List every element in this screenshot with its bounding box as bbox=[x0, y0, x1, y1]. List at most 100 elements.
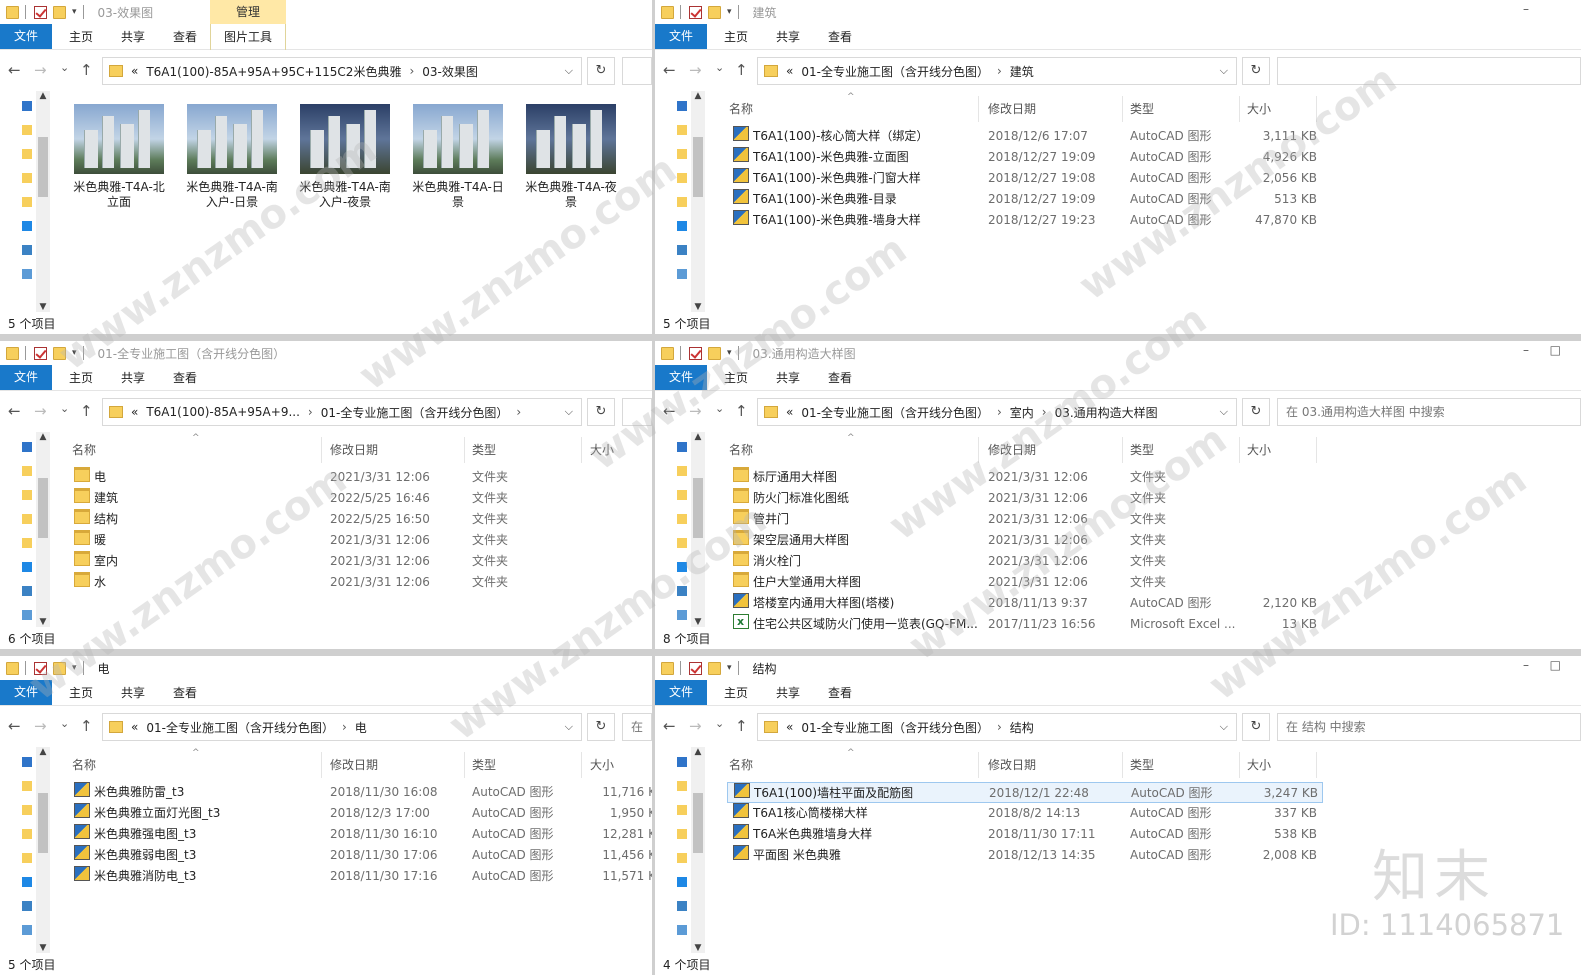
breadcrumb-item[interactable]: 03.通用构造大样图 bbox=[1055, 404, 1158, 421]
nav-pane-icon[interactable] bbox=[677, 490, 687, 500]
file-name[interactable]: 建筑 bbox=[94, 488, 324, 509]
search-input[interactable] bbox=[622, 398, 652, 426]
search-input[interactable] bbox=[1277, 57, 1581, 85]
file-name[interactable]: T6A1(100)-米色典雅-墙身大样 bbox=[753, 210, 983, 231]
quick-access-dropdown-icon[interactable]: ▾ bbox=[72, 348, 77, 358]
file-row[interactable]: T6A1核心筒楼梯大样 2018/8/2 14:13 AutoCAD 图形 337 K… bbox=[727, 803, 1323, 824]
thumbnail-caption[interactable]: 米色典雅-T4A-北立面 bbox=[70, 180, 168, 210]
breadcrumb-overflow-icon[interactable]: « bbox=[131, 64, 138, 78]
file-row[interactable]: 水 2021/3/31 12:06 文件夹 bbox=[68, 572, 652, 593]
nav-pane-icon[interactable] bbox=[677, 877, 687, 887]
file-row[interactable]: 防火门标准化图纸 2021/3/31 12:06 文件夹 bbox=[727, 488, 1323, 509]
file-row[interactable]: T6A1(100)-米色典雅-门窗大样 2018/12/27 19:08 AutoC… bbox=[727, 168, 1323, 189]
nav-pane-icon[interactable] bbox=[677, 173, 687, 183]
scroll-up-icon[interactable]: ▲ bbox=[691, 91, 705, 101]
address-bar[interactable]: « T6A1(100)-85A+95A+95C+115C2米色典雅 › 03-效果图 ⌵ bbox=[102, 57, 582, 85]
maximize-button[interactable]: □ bbox=[1550, 658, 1561, 672]
breadcrumb-item[interactable]: 01-全专业施工图（含开线分色图） bbox=[801, 719, 989, 736]
column-date-header[interactable]: 修改日期 bbox=[988, 96, 1123, 122]
scroll-down-icon[interactable]: ▼ bbox=[36, 617, 50, 627]
address-bar[interactable]: « 01-全专业施工图（含开线分色图） › 室内 › 03.通用构造大样图 ⌵ bbox=[757, 398, 1237, 426]
up-arrow-icon[interactable]: ↑ bbox=[80, 61, 93, 79]
manage-tab[interactable]: 管理 bbox=[210, 0, 286, 24]
column-size-header[interactable]: 大小 bbox=[590, 752, 652, 778]
ribbon-tab-file[interactable]: 文件 bbox=[0, 24, 52, 49]
nav-pane-icon[interactable] bbox=[677, 610, 687, 620]
forward-arrow-icon[interactable]: → bbox=[689, 717, 702, 735]
file-name[interactable]: 消火栓门 bbox=[753, 551, 983, 572]
column-date-header[interactable]: 修改日期 bbox=[988, 752, 1123, 778]
file-name[interactable]: 住宅公共区域防火门使用一览表(GQ-FM... bbox=[753, 614, 983, 635]
file-row[interactable]: T6A1(100)墙柱平面及配筋图 2018/12/1 22:48 AutoCAD … bbox=[727, 782, 1323, 803]
nav-pane-icon[interactable] bbox=[677, 245, 687, 255]
up-arrow-icon[interactable]: ↑ bbox=[735, 61, 748, 79]
thumbnail-caption[interactable]: 米色典雅-T4A-夜景 bbox=[522, 180, 620, 210]
file-row[interactable]: 米色典雅强电图_t3 2018/11/30 16:10 AutoCAD 图形 12,2… bbox=[68, 824, 652, 845]
address-bar[interactable]: « 01-全专业施工图（含开线分色图） › 结构 ⌵ bbox=[757, 713, 1237, 741]
nav-pane-icon[interactable] bbox=[677, 538, 687, 548]
nav-pane-icon[interactable] bbox=[22, 173, 32, 183]
nav-pane-icon[interactable] bbox=[22, 586, 32, 596]
file-name[interactable]: 米色典雅消防电_t3 bbox=[94, 866, 324, 887]
thumbnail-caption[interactable]: 米色典雅-T4A-南入户-日景 bbox=[183, 180, 281, 210]
ribbon-tab-file[interactable]: 文件 bbox=[655, 680, 707, 705]
quick-access-dropdown-icon[interactable]: ▾ bbox=[727, 7, 732, 17]
breadcrumb-item[interactable]: 建筑 bbox=[1010, 63, 1034, 80]
properties-check-icon[interactable] bbox=[689, 5, 702, 19]
minimize-button[interactable]: – bbox=[1523, 343, 1529, 357]
file-name[interactable]: T6A1(100)-米色典雅-门窗大样 bbox=[753, 168, 983, 189]
nav-pane-icon[interactable] bbox=[22, 925, 32, 935]
file-name[interactable]: 结构 bbox=[94, 509, 324, 530]
properties-check-icon[interactable] bbox=[34, 346, 47, 360]
thumbnail-image[interactable] bbox=[187, 104, 277, 174]
forward-arrow-icon[interactable]: → bbox=[689, 61, 702, 79]
back-arrow-icon[interactable]: ← bbox=[663, 717, 676, 735]
ribbon-tab-share[interactable]: 共享 bbox=[771, 684, 805, 702]
new-folder-icon[interactable] bbox=[53, 661, 66, 675]
refresh-button[interactable]: ↻ bbox=[587, 713, 615, 741]
file-row[interactable]: 管井门 2021/3/31 12:06 文件夹 bbox=[727, 509, 1323, 530]
scroll-thumb[interactable] bbox=[38, 137, 48, 197]
nav-pane-icon[interactable] bbox=[22, 101, 32, 111]
nav-pane-scrollbar[interactable]: ▲ ▼ bbox=[36, 91, 50, 312]
ribbon-tab-file[interactable]: 文件 bbox=[655, 365, 707, 390]
nav-pane-icon[interactable] bbox=[22, 490, 32, 500]
ribbon-tab-file[interactable]: 文件 bbox=[655, 24, 707, 49]
back-arrow-icon[interactable]: ← bbox=[663, 402, 676, 420]
forward-arrow-icon[interactable]: → bbox=[34, 717, 47, 735]
scroll-thumb[interactable] bbox=[693, 137, 703, 197]
breadcrumb-overflow-icon[interactable]: « bbox=[131, 405, 138, 419]
back-arrow-icon[interactable]: ← bbox=[663, 61, 676, 79]
nav-pane-icon[interactable] bbox=[677, 101, 687, 111]
back-arrow-icon[interactable]: ← bbox=[8, 61, 21, 79]
scroll-up-icon[interactable]: ▲ bbox=[691, 432, 705, 442]
nav-pane-icon[interactable] bbox=[22, 757, 32, 767]
nav-pane-icon[interactable] bbox=[677, 125, 687, 135]
file-name[interactable]: 电 bbox=[94, 467, 324, 488]
maximize-button[interactable]: □ bbox=[1550, 343, 1561, 357]
file-row[interactable]: 结构 2022/5/25 16:50 文件夹 bbox=[68, 509, 652, 530]
scroll-thumb[interactable] bbox=[38, 478, 48, 538]
file-row[interactable]: 建筑 2022/5/25 16:46 文件夹 bbox=[68, 488, 652, 509]
column-type-header[interactable]: 类型 bbox=[1130, 752, 1240, 778]
refresh-button[interactable]: ↻ bbox=[587, 398, 615, 426]
nav-pane-icon[interactable] bbox=[677, 514, 687, 524]
thumbnail-image[interactable] bbox=[74, 104, 164, 174]
ribbon-tab-share[interactable]: 共享 bbox=[771, 28, 805, 46]
address-dropdown-icon[interactable]: ⌵ bbox=[565, 405, 573, 419]
nav-pane-icon[interactable] bbox=[22, 610, 32, 620]
file-name[interactable]: T6A1(100)-核心筒大样（绑定） bbox=[753, 126, 983, 147]
scroll-up-icon[interactable]: ▲ bbox=[36, 747, 50, 757]
up-arrow-icon[interactable]: ↑ bbox=[735, 402, 748, 420]
nav-pane-scrollbar[interactable]: ▲ ▼ bbox=[36, 432, 50, 627]
file-name[interactable]: 米色典雅强电图_t3 bbox=[94, 824, 324, 845]
thumbnail-image[interactable] bbox=[526, 104, 616, 174]
search-input[interactable]: 在 结构 中搜索 bbox=[1277, 713, 1581, 741]
nav-pane-icon[interactable] bbox=[677, 149, 687, 159]
file-row[interactable]: 消火栓门 2021/3/31 12:06 文件夹 bbox=[727, 551, 1323, 572]
properties-check-icon[interactable] bbox=[34, 661, 47, 675]
file-row[interactable]: T6A米色典雅墙身大样 2018/11/30 17:11 AutoCAD 图形 538… bbox=[727, 824, 1323, 845]
properties-check-icon[interactable] bbox=[689, 661, 702, 675]
file-row[interactable]: 标厅通用大样图 2021/3/31 12:06 文件夹 bbox=[727, 467, 1323, 488]
column-date-header[interactable]: 修改日期 bbox=[988, 437, 1123, 463]
